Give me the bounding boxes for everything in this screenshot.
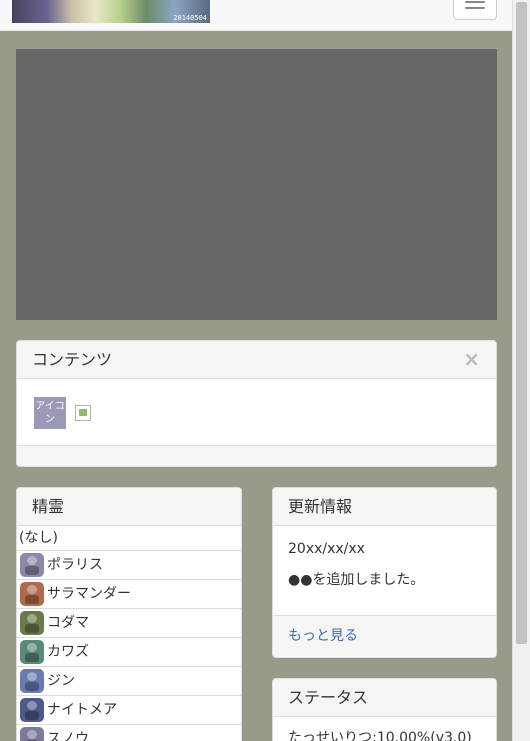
- vertical-scrollbar[interactable]: [512, 0, 530, 741]
- more-link[interactable]: もっと見る: [288, 628, 358, 644]
- spirit-sprite-icon: [20, 611, 44, 635]
- spirit-name: ジン: [47, 673, 75, 689]
- banner-stamp: 20140504: [173, 14, 207, 22]
- spirit-sprite-icon: [20, 727, 44, 741]
- spirit-sprite-icon: [20, 640, 44, 664]
- page: 20140504 コンテンツ × アイコン 精霊 (なし) ポラリス サラマンダ…: [0, 0, 512, 741]
- news-panel: 更新情報 20xx/xx/xx ●●を追加しました。 もっと見る: [272, 487, 497, 658]
- spirit-sprite-icon: [20, 582, 44, 606]
- contents-panel-title: コンテンツ: [32, 350, 113, 369]
- hamburger-icon-bar: [465, 7, 485, 9]
- spirit-list-item[interactable]: サラマンダー: [17, 579, 241, 608]
- news-panel-title: 更新情報: [288, 497, 353, 516]
- contents-panel-footer: [17, 445, 496, 466]
- contents-panel-body: アイコン: [17, 379, 496, 445]
- spirit-name: カワズ: [47, 644, 89, 660]
- spirit-name: ポラリス: [47, 557, 103, 573]
- close-icon[interactable]: ×: [463, 341, 480, 378]
- spirit-list-item[interactable]: カワズ: [17, 637, 241, 666]
- status-panel-heading: ステータス: [273, 679, 496, 717]
- broken-image-icon[interactable]: [75, 405, 91, 421]
- spirit-name: スノウ: [47, 731, 89, 741]
- spirit-name: コダマ: [47, 615, 89, 631]
- status-panel-title: ステータス: [288, 688, 369, 707]
- spirit-sprite-icon: [20, 669, 44, 693]
- news-message: ●●を追加しました。: [288, 572, 425, 588]
- news-panel-footer: もっと見る: [273, 615, 496, 656]
- spirit-name: ナイトメア: [47, 702, 117, 718]
- spirit-list: (なし) ポラリス サラマンダー コダマ カワズ ジン ナイトメア スノウ: [17, 526, 241, 741]
- spirit-name: サラマンダー: [47, 586, 131, 602]
- spirit-sprite-icon: [20, 698, 44, 722]
- spirits-panel-title: 精霊: [32, 497, 65, 516]
- news-panel-heading: 更新情報: [273, 488, 496, 526]
- scrollbar-thumb[interactable]: [516, 2, 527, 644]
- contents-panel: コンテンツ × アイコン: [16, 340, 497, 467]
- news-date: 20xx/xx/xx: [288, 541, 365, 557]
- video-player[interactable]: [16, 49, 497, 320]
- status-panel-body: たっせいりつ:10.00%(v3.0): [273, 717, 496, 741]
- status-text: たっせいりつ:10.00%(v3.0): [288, 730, 472, 741]
- spirit-list-item[interactable]: ポラリス: [17, 550, 241, 579]
- spirit-list-item-none[interactable]: (なし): [17, 526, 241, 550]
- hamburger-icon: [465, 1, 485, 3]
- spirits-panel: 精霊 (なし) ポラリス サラマンダー コダマ カワズ ジン ナイトメア スノウ: [16, 487, 242, 741]
- spirit-list-item[interactable]: ナイトメア: [17, 695, 241, 724]
- site-banner-logo[interactable]: 20140504: [12, 0, 210, 23]
- spirit-list-item[interactable]: スノウ: [17, 724, 241, 741]
- spirit-list-item[interactable]: ジン: [17, 666, 241, 695]
- spirit-sprite-icon: [20, 553, 44, 577]
- contents-panel-heading: コンテンツ ×: [17, 341, 496, 379]
- navbar-toggle-button[interactable]: [453, 0, 497, 20]
- status-panel: ステータス たっせいりつ:10.00%(v3.0): [272, 678, 497, 741]
- spirit-list-item[interactable]: コダマ: [17, 608, 241, 637]
- spirits-panel-heading: 精霊: [17, 488, 241, 526]
- icon-placeholder[interactable]: アイコン: [34, 397, 66, 429]
- news-panel-body: 20xx/xx/xx ●●を追加しました。: [273, 526, 496, 615]
- navbar: 20140504: [0, 0, 512, 31]
